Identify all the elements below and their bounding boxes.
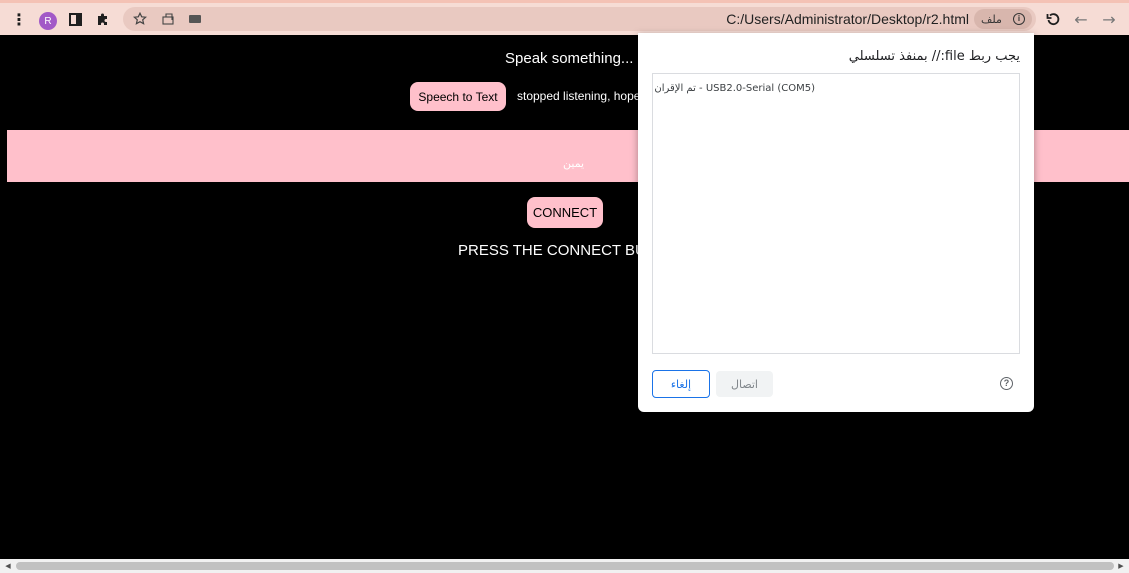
browser-toolbar: ⋮ R C:/Users/Administrator/Desktop/r2.ht… [0,3,1129,35]
dialog-connect-button[interactable]: اتصال [716,371,773,397]
profile-avatar[interactable]: R [39,12,57,30]
connect-button[interactable]: CONNECT [527,197,603,228]
cast-icon[interactable] [189,7,201,31]
speech-to-text-button[interactable]: Speech to Text [410,82,506,111]
direction-text: يمين [563,157,585,170]
serial-port-dialog: يجب ربط file:// بمنفذ تسلسلي USB2.0-Seri… [638,33,1034,412]
puzzle-icon[interactable] [94,3,112,35]
listening-status: stopped listening, hope [517,89,641,103]
reload-icon[interactable] [1044,3,1062,35]
horizontal-scrollbar[interactable]: ◀ ▶ [0,559,1129,573]
forward-arrow-icon[interactable]: → [1100,3,1118,35]
info-icon: i [1013,13,1025,25]
help-icon[interactable]: ? [1000,377,1013,390]
cancel-button[interactable]: إلغاء [652,370,710,398]
scrollbar-thumb[interactable] [16,562,1114,570]
port-item[interactable]: USB2.0-Serial (COM5) - تم الإقران [654,83,815,94]
port-list[interactable]: USB2.0-Serial (COM5) - تم الإقران [652,73,1020,354]
url-text[interactable]: C:/Users/Administrator/Desktop/r2.html [726,7,969,31]
connect-instruction: PRESS THE CONNECT BUT [458,242,655,259]
vertical-dots-icon[interactable]: ⋮ [10,3,28,35]
share-icon[interactable] [161,7,175,31]
file-chip-label: ملف [981,12,1002,26]
page-title: Speak something... [505,50,634,67]
scroll-left-icon[interactable]: ◀ [1,559,15,573]
star-icon[interactable] [133,7,147,31]
dialog-title: يجب ربط file:// بمنفذ تسلسلي [848,49,1020,64]
back-arrow-icon[interactable]: ← [1072,3,1090,35]
side-panel-icon[interactable] [66,3,84,35]
address-bar[interactable]: C:/Users/Administrator/Desktop/r2.html م… [123,7,1036,31]
site-info-chip[interactable]: ملف i [974,9,1032,29]
scroll-right-icon[interactable]: ▶ [1114,559,1128,573]
